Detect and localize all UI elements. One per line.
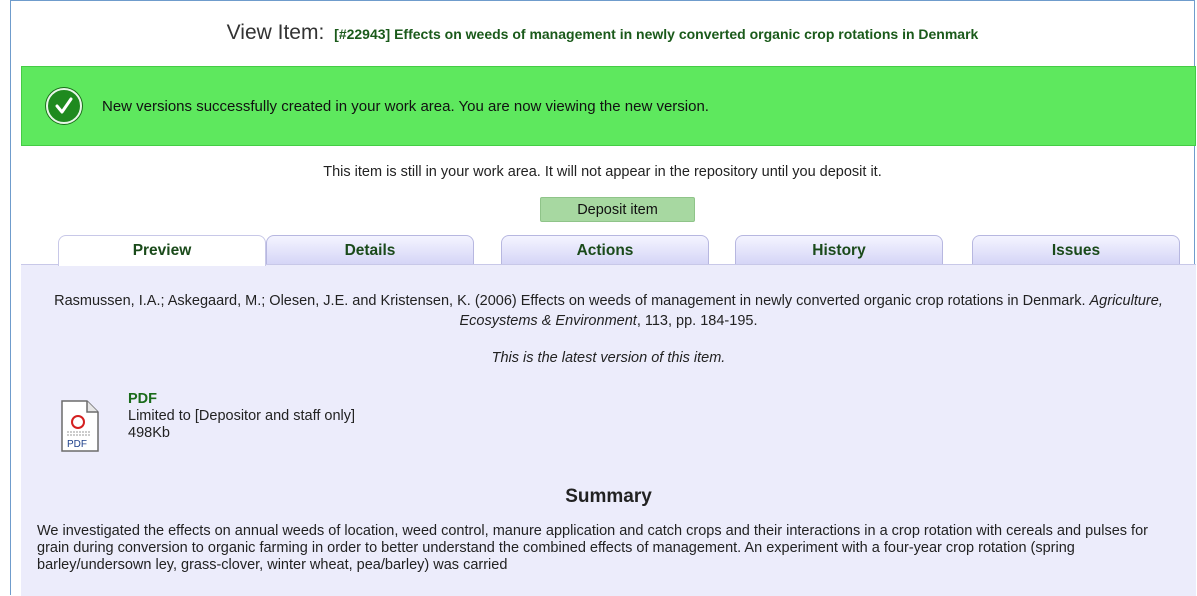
success-banner: New versions successfully created in you…: [21, 66, 1196, 146]
citation-authors-title: Rasmussen, I.A.; Askegaard, M.; Olesen, …: [54, 293, 1086, 309]
tab-history[interactable]: History: [735, 235, 943, 265]
item-page: View Item: [#22943] Effects on weeds of …: [10, 0, 1196, 596]
item-tabs: Preview Details Actions History Issues: [21, 235, 1196, 266]
page-title-label: View Item:: [226, 21, 325, 44]
citation-volume-pages: , 113, pp. 184-195.: [636, 313, 758, 329]
page-title: View Item: [#22943] Effects on weeds of …: [11, 21, 1194, 45]
document-format-link[interactable]: PDF: [128, 391, 355, 408]
document-info: PDF Limited to [Depositor and staff only…: [128, 391, 355, 442]
pdf-icon-label: PDF: [67, 439, 87, 450]
pdf-file-icon[interactable]: PDF: [61, 400, 99, 452]
tab-actions[interactable]: Actions: [501, 235, 709, 265]
preview-panel: Rasmussen, I.A.; Askegaard, M.; Olesen, …: [21, 264, 1196, 596]
summary-text: We investigated the effects on annual we…: [37, 523, 1148, 573]
tab-preview[interactable]: Preview: [58, 235, 266, 266]
tab-issues[interactable]: Issues: [972, 235, 1180, 265]
success-message: New versions successfully created in you…: [102, 97, 709, 115]
tab-details[interactable]: Details: [266, 235, 474, 265]
document-access: Limited to [Depositor and staff only]: [128, 408, 356, 424]
item-title: [#22943] Effects on weeds of management …: [334, 26, 979, 42]
summary-heading: Summary: [565, 486, 652, 507]
document-size: 498Kb: [128, 425, 170, 441]
work-area-notice: This item is still in your work area. It…: [323, 164, 882, 180]
citation: Rasmussen, I.A.; Askegaard, M.; Olesen, …: [41, 291, 1176, 331]
deposit-item-button[interactable]: Deposit item: [540, 197, 695, 222]
latest-version-note: This is the latest version of this item.: [491, 350, 726, 366]
check-icon: [46, 88, 82, 124]
